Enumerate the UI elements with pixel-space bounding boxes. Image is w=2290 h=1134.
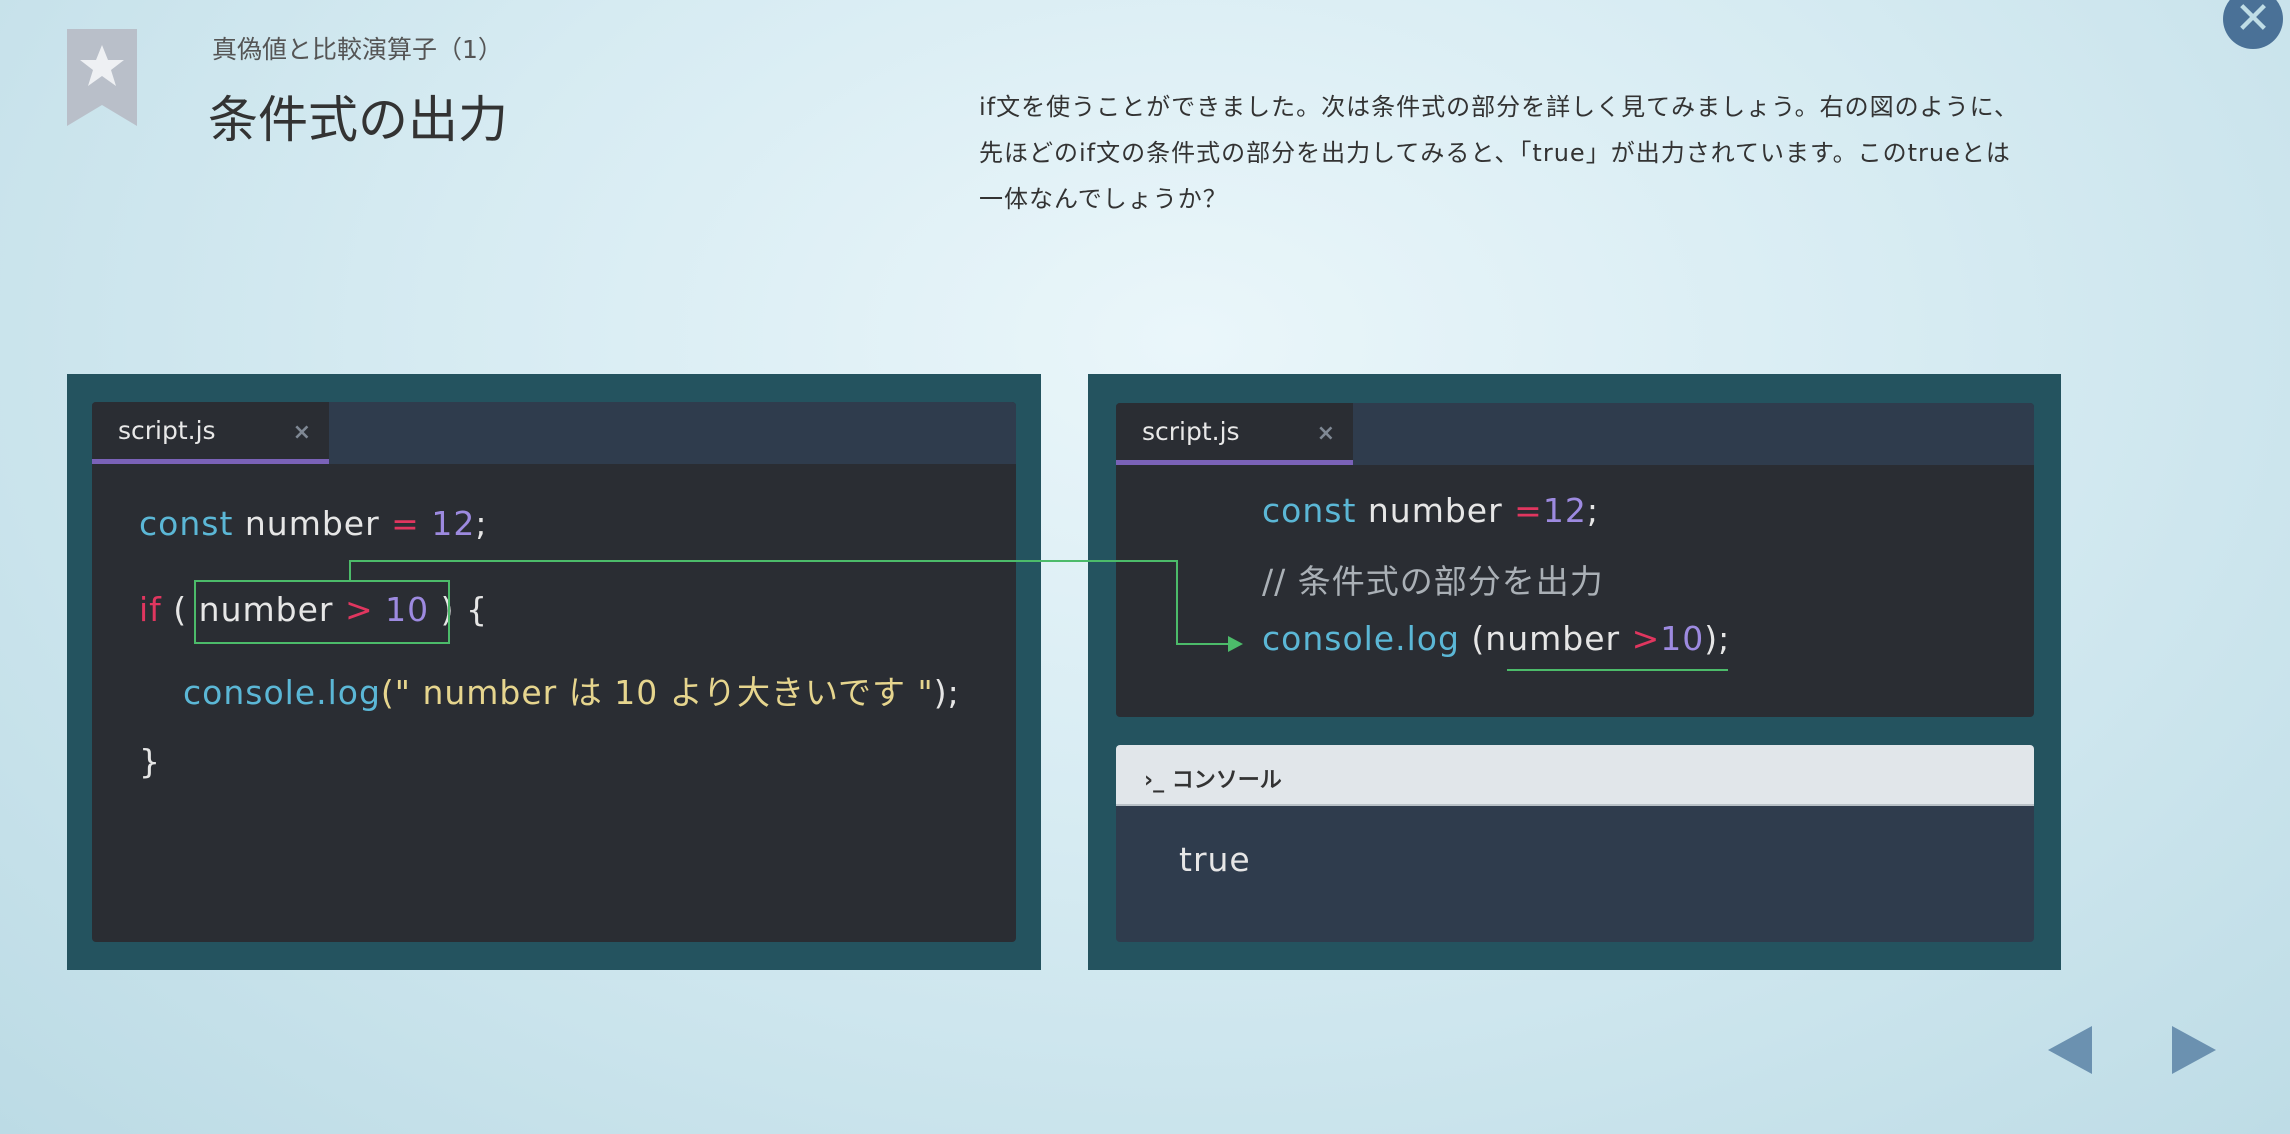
connector-arrow [349,560,1243,652]
